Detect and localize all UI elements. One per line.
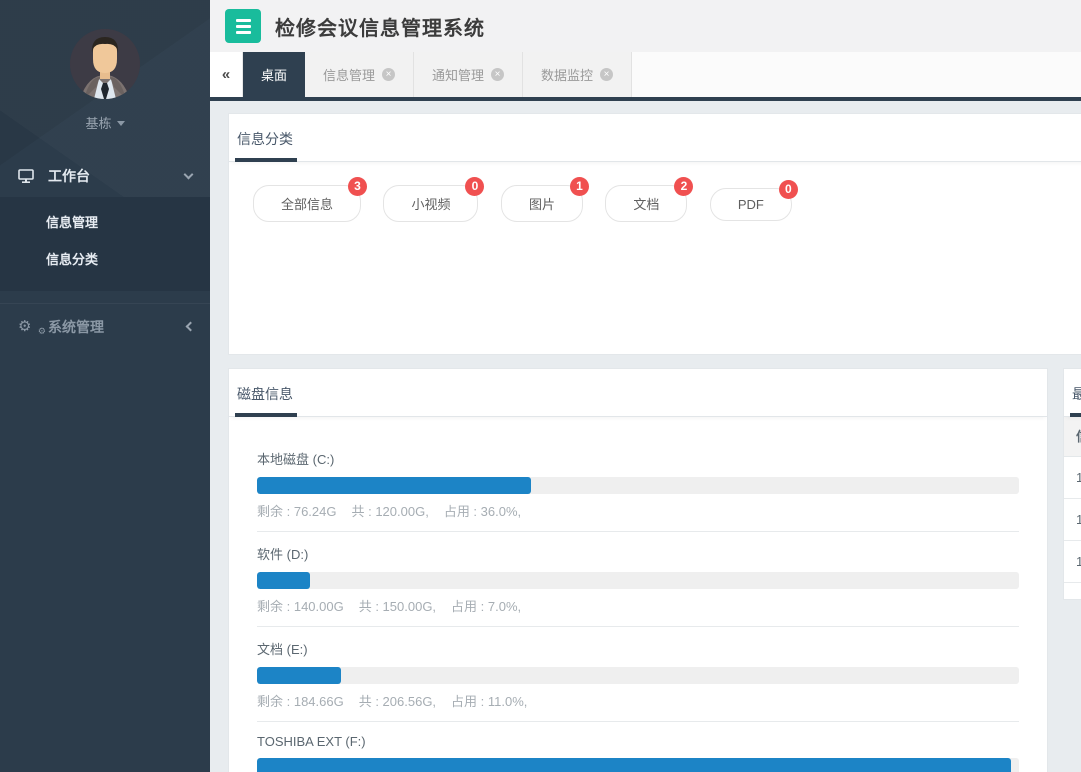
disk-entry-f: TOSHIBA EXT (F:) 剩余 : 20.45G共 : 1863.01G… (257, 734, 1019, 772)
user-menu[interactable]: 基栋 (85, 113, 124, 132)
category-button-all[interactable]: 全部信息 3 (253, 185, 361, 222)
sidebar-item-label: 工作台 (48, 166, 185, 186)
tab-desktop[interactable]: 桌面 (243, 52, 305, 97)
sidebar-subitem-info-management[interactable]: 信息管理 (0, 203, 210, 240)
profile-block: 基栋 (0, 0, 210, 133)
category-button-pdf[interactable]: PDF 0 (710, 188, 792, 221)
disk-list: 本地磁盘 (C:) 剩余 : 76.24G共 : 120.00G,占用 : 36… (229, 417, 1047, 772)
table-row[interactable]: 1 (1064, 541, 1081, 583)
disk-info-text: 剩余 : 76.24G共 : 120.00G,占用 : 36.0%, (257, 501, 1019, 520)
sidebar-item-label: 系统管理 (48, 317, 187, 337)
panel-title-underline (235, 158, 297, 162)
tab-data-monitor[interactable]: 数据监控 × (523, 52, 632, 97)
content-area: 信息分类 全部信息 3 小视频 0 图片 1 文档 2 (210, 101, 1081, 772)
disk-entry-d: 软件 (D:) 剩余 : 140.00G共 : 150.00G,占用 : 7.0… (257, 544, 1019, 627)
table-row[interactable]: 1 (1064, 457, 1081, 499)
disk-info-panel: 磁盘信息 本地磁盘 (C:) 剩余 : 76.24G共 : 120.00G,占用… (228, 368, 1048, 772)
panel-title: 最新信息 (1072, 384, 1081, 404)
tab-label: 信息管理 (323, 65, 375, 84)
panel-title: 信息分类 (237, 129, 293, 149)
sidebar-item-workbench[interactable]: 工作台 (0, 155, 210, 197)
sidebar-item-system-management[interactable]: ⚙⚙ 系统管理 (0, 303, 210, 349)
disk-name: 本地磁盘 (C:) (257, 449, 1019, 468)
disk-usage-bar (257, 477, 1019, 494)
close-icon[interactable]: × (382, 68, 395, 81)
disk-info-text: 剩余 : 140.00G共 : 150.00G,占用 : 7.0%, (257, 596, 1019, 615)
disk-name: TOSHIBA EXT (F:) (257, 734, 1019, 749)
panel-title-underline (235, 413, 297, 417)
panel-header: 信息分类 (229, 114, 1081, 162)
disk-usage-fill (257, 758, 1011, 772)
tab-label: 桌面 (261, 65, 287, 84)
panel-title-underline (1070, 413, 1081, 417)
count-badge: 0 (779, 180, 798, 199)
close-icon[interactable]: × (600, 68, 613, 81)
disk-info-text: 剩余 : 184.66G共 : 206.56G,占用 : 11.0%, (257, 691, 1019, 710)
workbench-submenu: 信息管理 信息分类 (0, 197, 210, 291)
disk-usage-bar (257, 572, 1019, 589)
close-icon[interactable]: × (491, 68, 504, 81)
disk-entry-c: 本地磁盘 (C:) 剩余 : 76.24G共 : 120.00G,占用 : 36… (257, 449, 1019, 532)
disk-usage-fill (257, 572, 310, 589)
disk-usage-fill (257, 667, 341, 684)
tab-info-management[interactable]: 信息管理 × (305, 52, 414, 97)
disk-entry-e: 文档 (E:) 剩余 : 184.66G共 : 206.56G,占用 : 11.… (257, 639, 1019, 722)
sidebar: 基栋 工作台 信息管理 信息分类 ⚙⚙ 系统管理 (0, 0, 210, 772)
menu-toggle-button[interactable] (225, 9, 261, 43)
hamburger-icon (236, 19, 251, 22)
tab-notice-management[interactable]: 通知管理 × (414, 52, 523, 97)
panel-header: 磁盘信息 (229, 369, 1047, 417)
tab-label: 通知管理 (432, 65, 484, 84)
table-row[interactable]: 1 (1064, 499, 1081, 541)
info-category-panel: 信息分类 全部信息 3 小视频 0 图片 1 文档 2 (228, 113, 1081, 355)
caret-down-icon (117, 121, 125, 126)
chevron-left-icon (186, 322, 196, 332)
avatar[interactable] (70, 29, 140, 99)
sidebar-subitem-info-category[interactable]: 信息分类 (0, 240, 210, 277)
category-button-image[interactable]: 图片 1 (501, 185, 583, 222)
count-badge: 2 (674, 177, 693, 196)
disk-name: 文档 (E:) (257, 639, 1019, 658)
tabbar: « 桌面 信息管理 × 通知管理 × 数据监控 × (210, 52, 1081, 101)
category-button-video[interactable]: 小视频 0 (383, 185, 478, 222)
category-buttons-row: 全部信息 3 小视频 0 图片 1 文档 2 PDF 0 (229, 162, 1081, 222)
disk-name: 软件 (D:) (257, 544, 1019, 563)
disk-usage-bar (257, 758, 1019, 772)
panel-header: 最新信息 (1064, 369, 1081, 417)
category-button-doc[interactable]: 文档 2 (605, 185, 687, 222)
table-header: 信息标题 (1064, 417, 1081, 457)
sidebar-nav: 工作台 信息管理 信息分类 ⚙⚙ 系统管理 (0, 155, 210, 349)
disk-usage-bar (257, 667, 1019, 684)
double-chevron-left-icon: « (222, 66, 230, 83)
username: 基栋 (85, 113, 111, 132)
monitor-icon (18, 169, 42, 183)
count-badge: 0 (465, 177, 484, 196)
panel-title: 磁盘信息 (237, 384, 293, 404)
avatar-illustration (70, 29, 140, 99)
gears-icon: ⚙⚙ (18, 319, 42, 334)
app-title: 检修会议信息管理系统 (275, 12, 485, 41)
header: 检修会议信息管理系统 (210, 0, 1081, 52)
disk-usage-fill (257, 477, 531, 494)
latest-info-panel: 最新信息 信息标题 1 1 1 (1063, 368, 1081, 600)
tabs-collapse-button[interactable]: « (210, 52, 243, 97)
chevron-down-icon (184, 169, 194, 179)
count-badge: 3 (348, 177, 367, 196)
tab-label: 数据监控 (541, 65, 593, 84)
count-badge: 1 (570, 177, 589, 196)
